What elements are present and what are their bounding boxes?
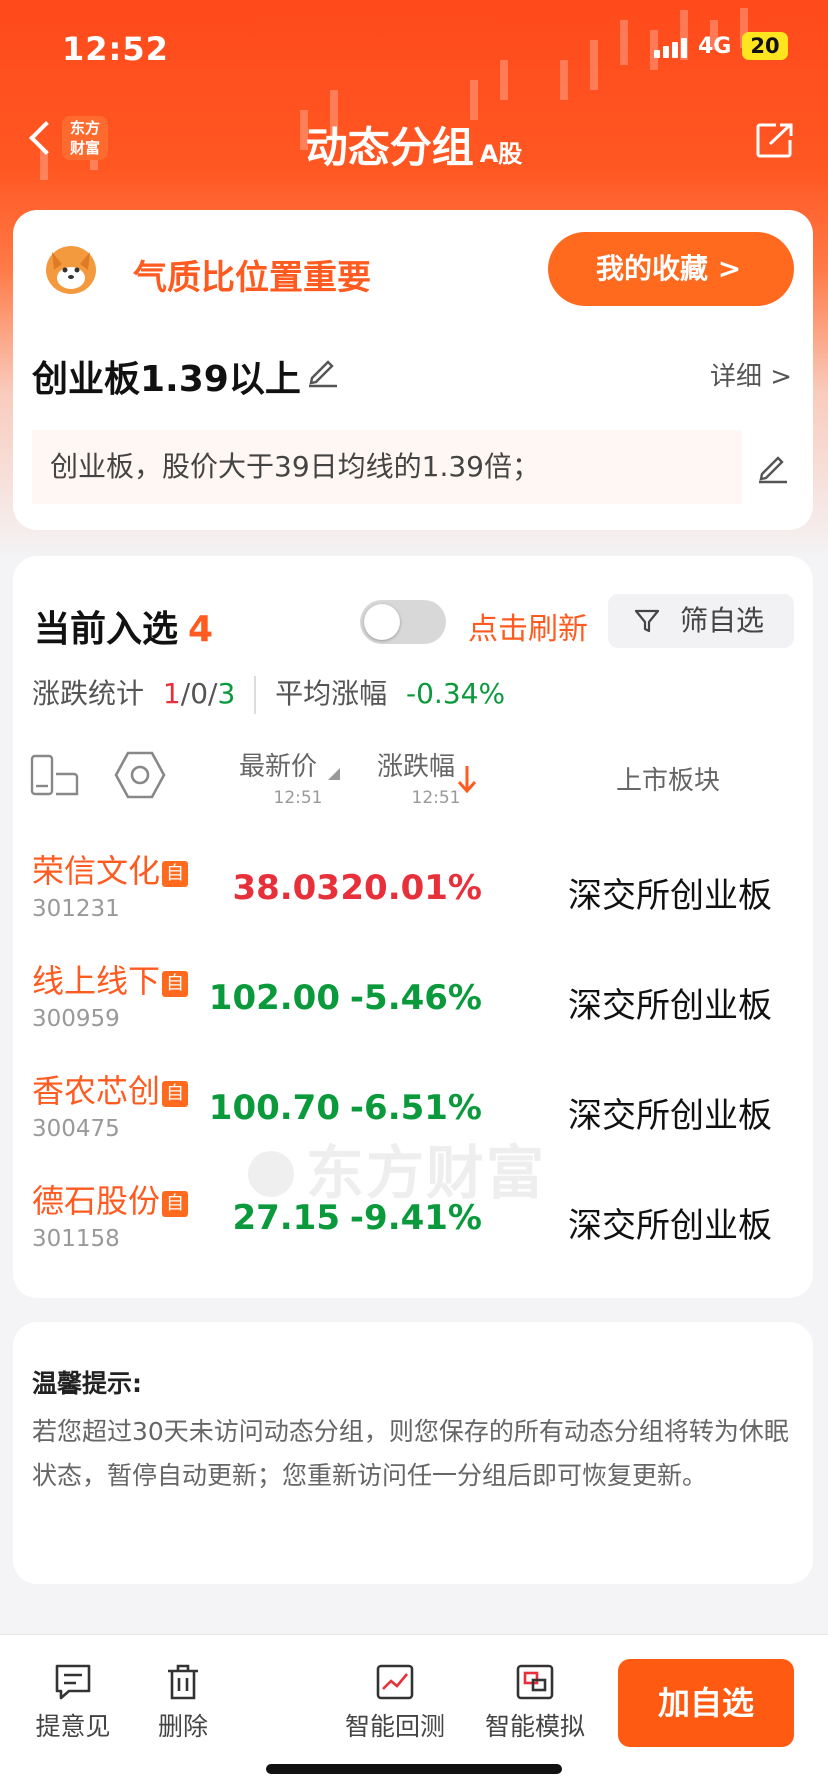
- feedback-icon: [55, 1664, 91, 1700]
- stock-change: -6.51%: [349, 1088, 482, 1128]
- page-title-text: 动态分组: [305, 123, 474, 172]
- stock-name[interactable]: 香农芯创: [32, 1072, 160, 1110]
- stock-price: 100.70: [208, 1088, 340, 1128]
- col-change[interactable]: 涨跌幅: [366, 746, 466, 783]
- backtest-chart-icon: [376, 1664, 414, 1700]
- table-header: 最新价 12:51 涨跌幅 12:51 上市板块: [0, 740, 828, 810]
- auto-refresh-toggle[interactable]: [360, 600, 446, 644]
- feedback-button[interactable]: 提意见: [30, 1663, 116, 1743]
- tip-body: 若您超过30天未访问动态分组，则您保存的所有动态分组将转为休眠状态，暂停自动更新…: [32, 1417, 789, 1490]
- feedback-label: 提意见: [35, 1712, 111, 1741]
- edit-name-icon[interactable]: [306, 354, 340, 388]
- edit-description-icon[interactable]: [756, 450, 790, 484]
- watchlist-tag: 自: [162, 1081, 189, 1107]
- table-row[interactable]: 荣信文化自 301231 38.03 20.01% 深交所创业板: [0, 846, 828, 946]
- col-price-time: 12:51: [273, 788, 323, 808]
- page-title: 动态分组 A股: [0, 114, 828, 175]
- stock-price: 27.15: [232, 1198, 340, 1238]
- trash-icon: [168, 1664, 198, 1700]
- stock-change: -9.41%: [349, 1198, 482, 1238]
- delete-label: 删除: [157, 1712, 208, 1741]
- avg-value: -0.34%: [406, 677, 506, 710]
- sort-indicator-icon: [328, 768, 340, 780]
- stock-price: 102.00: [208, 978, 340, 1018]
- simulate-label: 智能模拟: [484, 1712, 585, 1741]
- avg-label: 平均涨幅: [275, 677, 388, 710]
- share-icon[interactable]: [756, 122, 794, 158]
- col-sector: 上市板块: [615, 766, 720, 796]
- tip-title: 温馨提示:: [32, 1369, 142, 1398]
- stock-sector: 深交所创业板: [568, 1206, 772, 1246]
- filter-label: 筛自选: [680, 604, 765, 637]
- simulate-icon: [516, 1664, 554, 1700]
- stock-name[interactable]: 线上线下: [32, 962, 160, 1000]
- sort-desc-arrow-icon: [457, 766, 477, 794]
- stock-sector: 深交所创业板: [568, 986, 772, 1026]
- backtest-label: 智能回测: [344, 1712, 445, 1741]
- mascot-icon: [46, 246, 96, 294]
- home-indicator[interactable]: [266, 1764, 562, 1774]
- stock-change: 20.01%: [340, 868, 482, 908]
- table-row[interactable]: 香农芯创自 300475 100.70 -6.51% 深交所创业板: [0, 1066, 828, 1166]
- stock-name[interactable]: 荣信文化: [32, 852, 160, 890]
- stock-sector: 深交所创业板: [568, 876, 772, 916]
- detail-link[interactable]: 详细 >: [710, 356, 792, 393]
- stock-sector: 深交所创业板: [568, 1096, 772, 1136]
- watchlist-tag: 自: [162, 1191, 189, 1217]
- nav-bar: 东方 财富 动态分组 A股: [0, 110, 828, 172]
- stock-code: 300475: [32, 1116, 120, 1142]
- stats-label: 涨跌统计: [32, 677, 145, 710]
- stats-up: 1: [162, 677, 181, 710]
- stock-change: -5.46%: [349, 978, 482, 1018]
- filter-icon: [634, 609, 660, 633]
- stats-down: 3: [217, 677, 236, 710]
- stats-flat: 0: [190, 677, 209, 710]
- layout-toggle-icon[interactable]: [30, 754, 80, 798]
- filter-watchlist-button[interactable]: 筛自选: [608, 594, 794, 648]
- stock-price: 38.03: [232, 868, 340, 908]
- stats-slash-1: /: [180, 677, 191, 710]
- delete-button[interactable]: 删除: [148, 1663, 218, 1743]
- network-type: 4G: [698, 34, 732, 59]
- battery-icon: 20: [742, 32, 788, 60]
- add-to-watchlist-button[interactable]: 加自选: [618, 1659, 794, 1747]
- watchlist-tag: 自: [162, 861, 189, 887]
- current-selection-count: 4: [188, 609, 214, 650]
- table-row[interactable]: 德石股份自 301158 27.15 -9.41% 深交所创业板: [0, 1176, 828, 1276]
- stock-name[interactable]: 德石股份: [32, 1182, 160, 1220]
- refresh-button[interactable]: 点击刷新: [468, 604, 588, 648]
- current-selection-label: 当前入选: [34, 609, 179, 650]
- col-price[interactable]: 最新价: [228, 746, 328, 783]
- settings-hex-icon[interactable]: [114, 750, 166, 800]
- group-name: 创业板1.39以上: [32, 359, 301, 400]
- status-bar: 12:52 4G 20: [0, 28, 828, 68]
- page-title-suffix: A股: [479, 140, 523, 168]
- watchlist-tag: 自: [162, 971, 189, 997]
- smart-backtest-button[interactable]: 智能回测: [340, 1663, 450, 1743]
- group-description: 创业板，股价大于39日均线的1.39倍；: [32, 430, 742, 504]
- table-row[interactable]: 线上线下自 300959 102.00 -5.46% 深交所创业板: [0, 956, 828, 1056]
- stock-code: 301231: [32, 896, 120, 922]
- current-selection: 当前入选 4: [34, 600, 213, 652]
- stock-code: 301158: [32, 1226, 120, 1252]
- stock-code: 300959: [32, 1006, 120, 1032]
- smart-simulate-button[interactable]: 智能模拟: [480, 1663, 590, 1743]
- status-time: 12:52: [62, 30, 169, 68]
- divider: [254, 676, 257, 714]
- toggle-knob: [364, 604, 400, 640]
- my-favorites-button[interactable]: 我的收藏 >: [548, 232, 794, 306]
- motto-text: 气质比位置重要: [133, 258, 371, 298]
- signal-icon: [654, 38, 687, 58]
- stats-row: 涨跌统计 1/0/3 平均涨幅 -0.34%: [32, 672, 505, 714]
